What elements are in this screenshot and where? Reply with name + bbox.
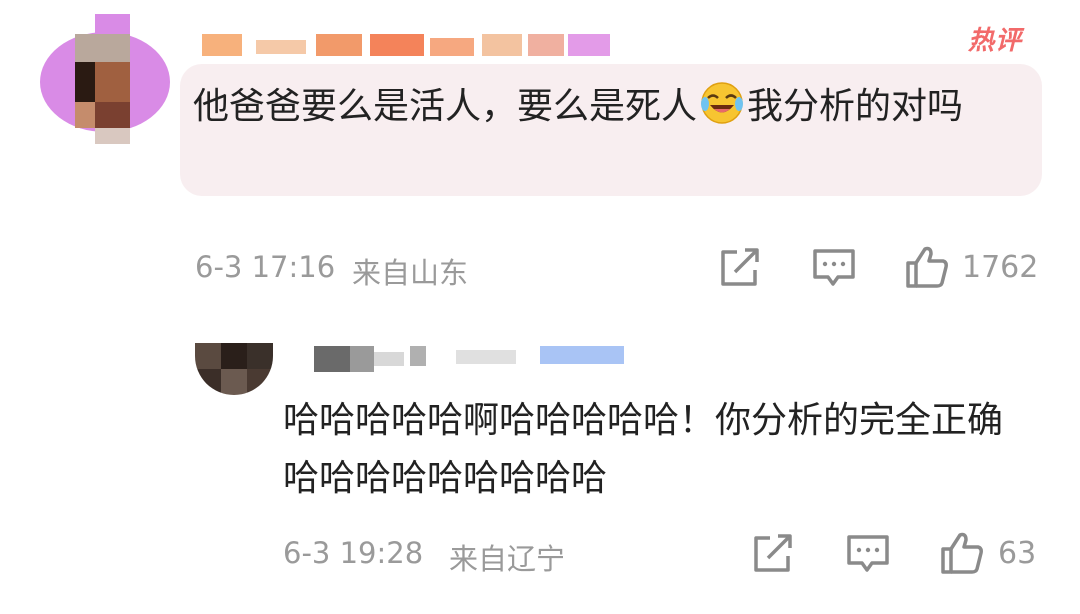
reply-timestamp: 6-3 19:28 (283, 536, 424, 570)
laughing-tears-emoji-icon (701, 82, 744, 124)
reply-text: 哈哈哈哈哈啊哈哈哈哈哈！你分析的完全正确哈哈哈哈哈哈哈哈哈 (283, 400, 1004, 499)
comment-text: 他爸爸要么是活人，要么是死人 我分析的对吗 (193, 78, 1023, 136)
commenter-avatar[interactable] (40, 14, 170, 144)
comment-text-part-1: 他爸爸要么是活人，要么是死人 (193, 86, 698, 127)
comment-timestamp: 6-3 17:16 (195, 250, 336, 284)
reply-comment-icon[interactable] (846, 534, 890, 574)
like-count: 1762 (962, 250, 1039, 285)
reply-share-icon[interactable] (752, 534, 794, 574)
replier-avatar[interactable] (195, 343, 273, 395)
share-icon[interactable] (719, 248, 761, 288)
reply-location: 来自辽宁 (449, 542, 566, 576)
reply-thumbs-up-icon[interactable] (940, 531, 984, 575)
bottom-edge (0, 600, 1080, 614)
comment-thread: 热评 他爸爸要么是活人，要么是死人 我分析的对吗 6-3 17:16 来自山东 … (0, 0, 1080, 614)
thumbs-up-icon[interactable] (905, 245, 949, 289)
comment-text-part-2: 我分析的对吗 (747, 86, 964, 127)
hot-comment-badge: 热评 (968, 26, 1023, 56)
reply-like-count: 63 (998, 536, 1037, 571)
comment-icon[interactable] (812, 248, 856, 288)
comment-location: 来自山东 (352, 256, 469, 290)
